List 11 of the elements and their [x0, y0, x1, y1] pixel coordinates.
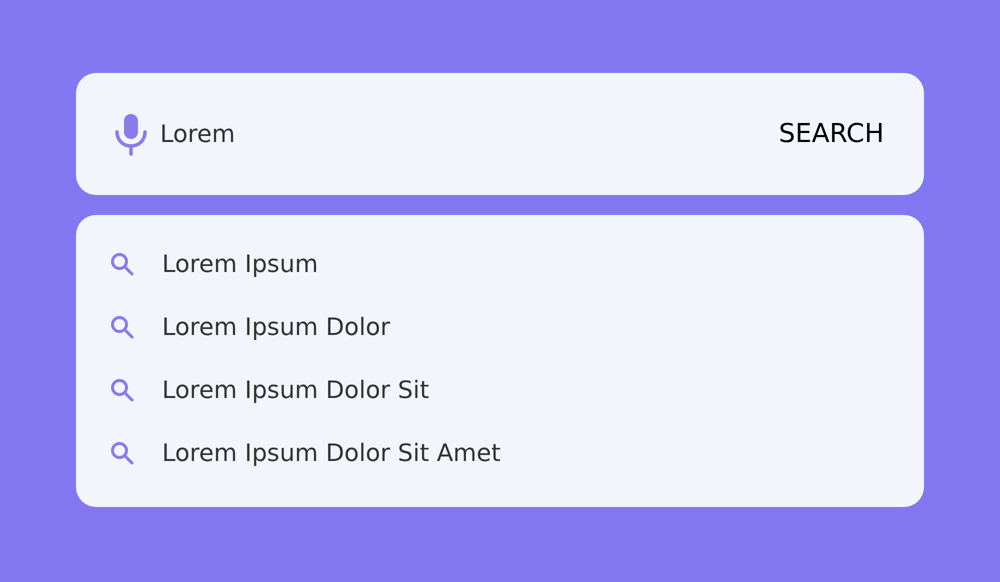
suggestion-item[interactable]: Lorem Ipsum: [110, 232, 318, 295]
microphone-icon[interactable]: [114, 112, 148, 156]
suggestion-item[interactable]: Lorem Ipsum Dolor Sit Amet: [110, 421, 501, 484]
search-icon: [110, 440, 134, 464]
search-input[interactable]: Lorem: [160, 116, 767, 152]
suggestion-item[interactable]: Lorem Ipsum Dolor: [110, 295, 390, 358]
suggestion-item[interactable]: Lorem Ipsum Dolor Sit: [110, 358, 430, 421]
search-icon: [110, 378, 134, 402]
search-icon: [110, 252, 134, 276]
search-icon: [110, 314, 134, 338]
search-button[interactable]: SEARCH: [778, 114, 884, 154]
